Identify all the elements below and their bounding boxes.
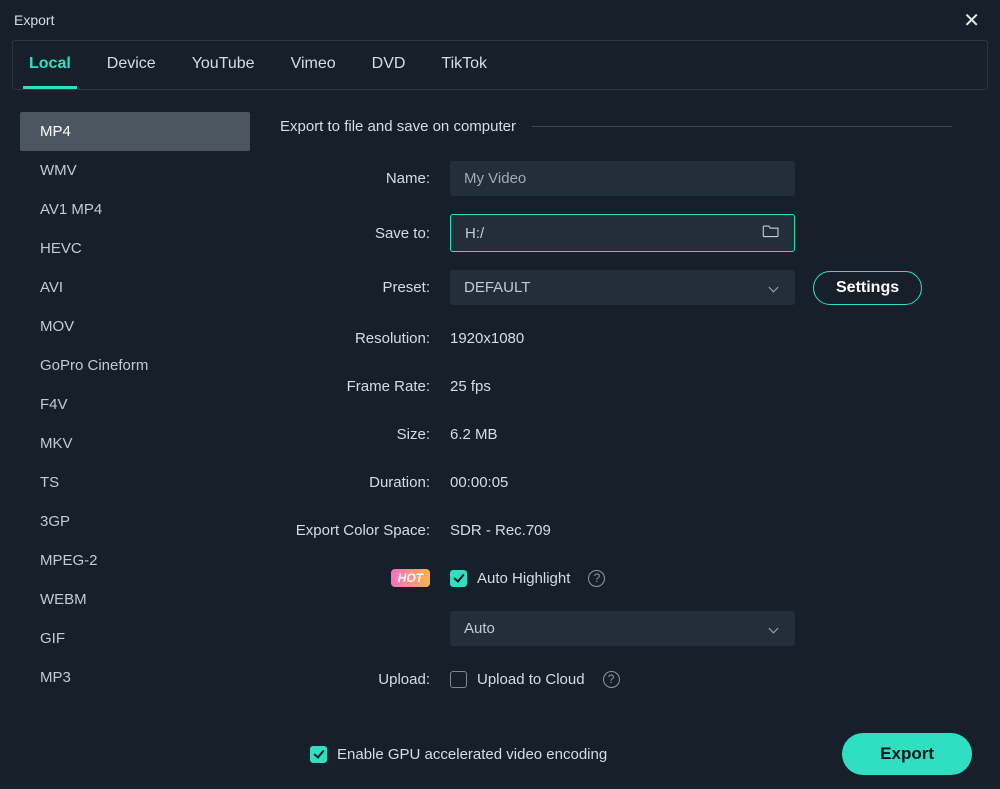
- label-name: Name:: [280, 170, 430, 187]
- export-form: Export to file and save on computer Name…: [250, 100, 1000, 789]
- format-gif[interactable]: GIF: [20, 619, 250, 658]
- section-header: Export to file and save on computer: [280, 118, 952, 135]
- preset-value: DEFAULT: [464, 279, 530, 296]
- save-to-value: H:/: [465, 225, 484, 242]
- settings-button[interactable]: Settings: [813, 271, 922, 305]
- label-color-space: Export Color Space:: [280, 522, 430, 539]
- color-space-value: SDR - Rec.709: [450, 522, 551, 539]
- enable-gpu-checkbox[interactable]: Enable GPU accelerated video encoding: [310, 746, 607, 763]
- chevron-down-icon: [769, 283, 779, 293]
- footer: Enable GPU accelerated video encoding Ex…: [250, 733, 1000, 775]
- label-frame-rate: Frame Rate:: [280, 378, 430, 395]
- format-mpeg-2[interactable]: MPEG-2: [20, 541, 250, 580]
- tab-dvd[interactable]: DVD: [366, 42, 412, 89]
- checkbox-icon: [450, 570, 467, 587]
- enable-gpu-label: Enable GPU accelerated video encoding: [337, 746, 607, 763]
- chevron-down-icon: [769, 624, 779, 634]
- tabs: Local Device YouTube Vimeo DVD TikTok: [13, 41, 987, 89]
- tab-youtube[interactable]: YouTube: [186, 42, 261, 89]
- tabs-container: Local Device YouTube Vimeo DVD TikTok: [12, 40, 988, 90]
- label-resolution: Resolution:: [280, 330, 430, 347]
- format-f4v[interactable]: F4V: [20, 385, 250, 424]
- label-size: Size:: [280, 426, 430, 443]
- row-upload: Upload: Upload to Cloud ?: [280, 664, 952, 694]
- label-preset: Preset:: [280, 279, 430, 296]
- row-name: Name:: [280, 161, 952, 196]
- frame-rate-value: 25 fps: [450, 378, 491, 395]
- row-auto-highlight-select: Auto: [280, 611, 952, 646]
- format-ts[interactable]: TS: [20, 463, 250, 502]
- format-mp3[interactable]: MP3: [20, 658, 250, 697]
- format-webm[interactable]: WEBM: [20, 580, 250, 619]
- label-duration: Duration:: [280, 474, 430, 491]
- hot-badge: HOT: [391, 569, 430, 587]
- section-title: Export to file and save on computer: [280, 118, 516, 135]
- row-save-to: Save to: H:/: [280, 214, 952, 252]
- format-avi[interactable]: AVI: [20, 268, 250, 307]
- row-frame-rate: Frame Rate: 25 fps: [280, 371, 952, 401]
- titlebar: Export ✕: [0, 0, 1000, 40]
- auto-highlight-label: Auto Highlight: [477, 570, 570, 587]
- format-mp4[interactable]: MP4: [20, 112, 250, 151]
- row-duration: Duration: 00:00:05: [280, 467, 952, 497]
- row-size: Size: 6.2 MB: [280, 419, 952, 449]
- preset-select[interactable]: DEFAULT: [450, 270, 795, 305]
- row-resolution: Resolution: 1920x1080: [280, 323, 952, 353]
- label-upload: Upload:: [280, 671, 430, 688]
- format-wmv[interactable]: WMV: [20, 151, 250, 190]
- auto-highlight-select[interactable]: Auto: [450, 611, 795, 646]
- label-save-to: Save to:: [280, 225, 430, 242]
- help-icon[interactable]: ?: [588, 570, 605, 587]
- window-title: Export: [14, 12, 54, 28]
- save-to-input[interactable]: H:/: [450, 214, 795, 252]
- format-sidebar: MP4 WMV AV1 MP4 HEVC AVI MOV GoPro Cinef…: [0, 100, 250, 789]
- size-value: 6.2 MB: [450, 426, 498, 443]
- tab-tiktok[interactable]: TikTok: [435, 42, 493, 89]
- checkbox-icon: [450, 671, 467, 688]
- tab-device[interactable]: Device: [101, 42, 162, 89]
- format-av1-mp4[interactable]: AV1 MP4: [20, 190, 250, 229]
- resolution-value: 1920x1080: [450, 330, 524, 347]
- format-mkv[interactable]: MKV: [20, 424, 250, 463]
- checkbox-icon: [310, 746, 327, 763]
- upload-to-cloud-checkbox[interactable]: Upload to Cloud: [450, 671, 585, 688]
- row-preset: Preset: DEFAULT Settings: [280, 270, 952, 305]
- duration-value: 00:00:05: [450, 474, 508, 491]
- auto-highlight-checkbox[interactable]: Auto Highlight: [450, 570, 570, 587]
- section-divider: [532, 126, 952, 127]
- export-button[interactable]: Export: [842, 733, 972, 775]
- folder-icon[interactable]: [762, 224, 780, 242]
- format-mov[interactable]: MOV: [20, 307, 250, 346]
- format-hevc[interactable]: HEVC: [20, 229, 250, 268]
- tab-local[interactable]: Local: [23, 42, 77, 89]
- format-3gp[interactable]: 3GP: [20, 502, 250, 541]
- upload-to-cloud-label: Upload to Cloud: [477, 671, 585, 688]
- auto-highlight-select-value: Auto: [464, 620, 495, 637]
- format-gopro-cineform[interactable]: GoPro Cineform: [20, 346, 250, 385]
- row-color-space: Export Color Space: SDR - Rec.709: [280, 515, 952, 545]
- tab-vimeo[interactable]: Vimeo: [285, 42, 342, 89]
- help-icon[interactable]: ?: [603, 671, 620, 688]
- close-icon[interactable]: ✕: [957, 6, 986, 35]
- row-auto-highlight: HOT Auto Highlight ?: [280, 563, 952, 593]
- body: MP4 WMV AV1 MP4 HEVC AVI MOV GoPro Cinef…: [0, 90, 1000, 789]
- name-input[interactable]: [450, 161, 795, 196]
